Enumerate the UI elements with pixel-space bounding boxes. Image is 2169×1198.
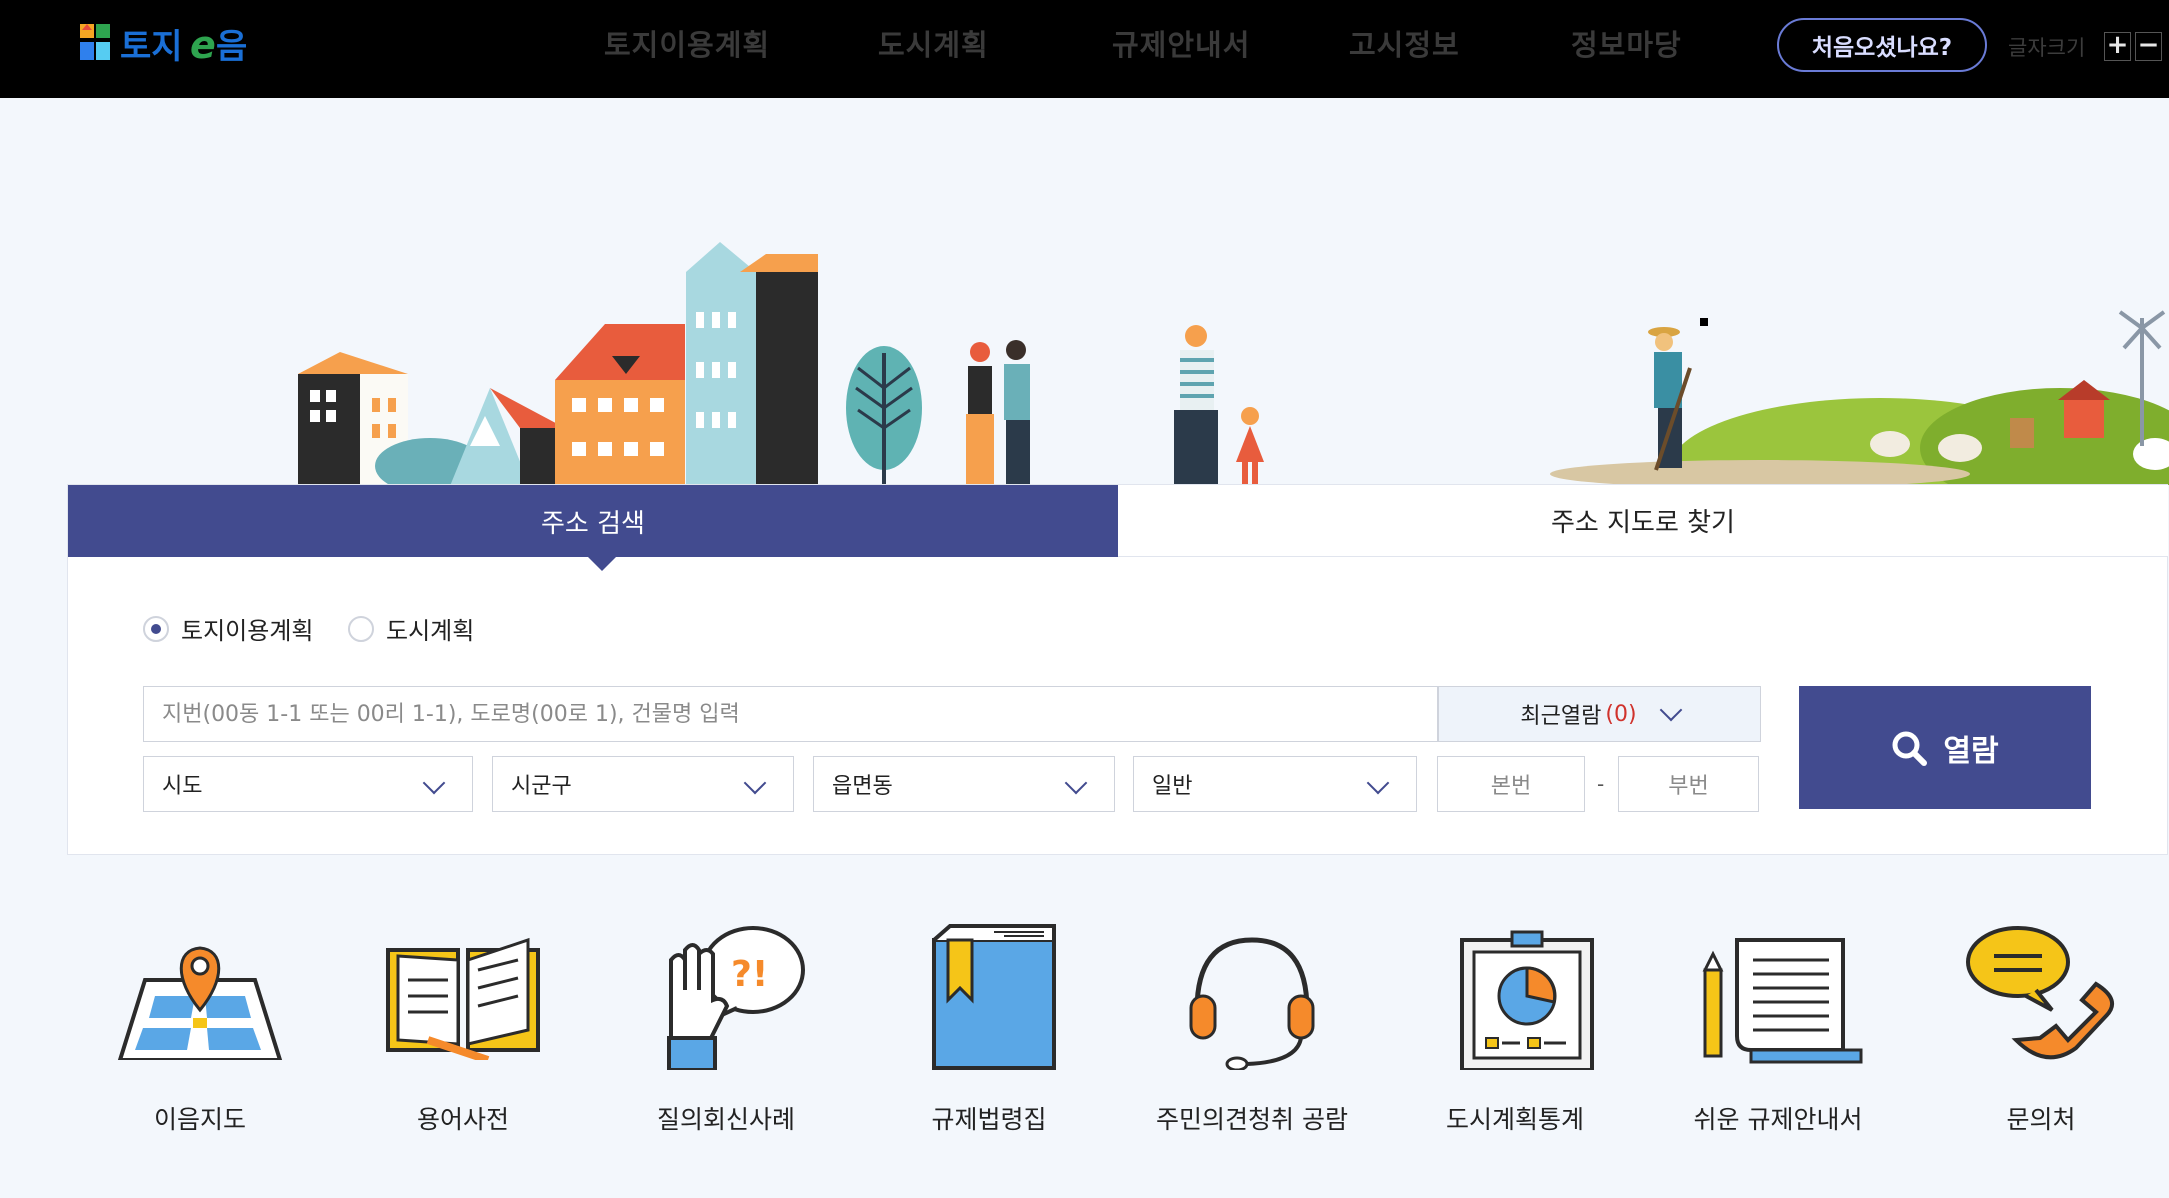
chevron-down-icon bbox=[1659, 698, 1682, 722]
svg-text:토지: 토지 bbox=[120, 27, 183, 67]
quick-link-urban-statistics[interactable]: 도시계획통계 bbox=[1415, 920, 1615, 1134]
quick-link-label: 용어사전 bbox=[416, 1105, 509, 1134]
lot-type-select[interactable]: 일반 bbox=[1133, 756, 1417, 812]
main-number-input[interactable]: 본번 bbox=[1437, 756, 1585, 812]
font-decrease-button[interactable]: − bbox=[2135, 32, 2162, 61]
document-scroll-icon bbox=[1702, 938, 1863, 1064]
svg-text:?!: ?! bbox=[731, 954, 768, 995]
recent-views-count: (0) bbox=[1605, 701, 1637, 727]
view-button[interactable]: 열람 bbox=[1799, 686, 2091, 809]
quick-link-label: 이음지도 bbox=[153, 1105, 246, 1134]
map-pin-icon bbox=[117, 946, 283, 1060]
quick-link-ieum-map[interactable]: 이음지도 bbox=[100, 920, 300, 1134]
quick-link-label: 쉬운 규제안내서 bbox=[1693, 1105, 1863, 1134]
font-increase-button[interactable]: + bbox=[2104, 32, 2131, 61]
quick-link-public-hearing[interactable]: 주민의견청취 공람 bbox=[1152, 920, 1352, 1134]
view-button-label: 열람 bbox=[1943, 733, 1999, 769]
headset-icon bbox=[1189, 937, 1315, 1070]
quick-link-glossary[interactable]: 용어사전 bbox=[363, 920, 563, 1134]
quick-link-label: 문의처 bbox=[2006, 1105, 2076, 1134]
radio-urban-plan[interactable]: 도시계획 bbox=[348, 611, 474, 646]
nav-urban-plan[interactable]: 도시계획 bbox=[878, 22, 989, 64]
quick-link-label: 도시계획통계 bbox=[1445, 1105, 1584, 1134]
quick-link-label: 주민의견청취 공람 bbox=[1156, 1105, 1348, 1134]
address-search-input[interactable] bbox=[143, 686, 1438, 742]
radio-unchecked-icon[interactable] bbox=[348, 615, 374, 642]
recent-views-dropdown[interactable]: 최근열람 (0) bbox=[1438, 686, 1761, 742]
couple-illustration bbox=[966, 340, 1030, 484]
chevron-down-icon bbox=[1064, 771, 1088, 795]
radio-checked-icon[interactable] bbox=[143, 615, 169, 642]
province-select[interactable]: 시도 bbox=[143, 756, 473, 812]
district-select[interactable]: 시군구 bbox=[492, 756, 794, 812]
quick-link-easy-guide[interactable]: 쉬운 규제안내서 bbox=[1678, 920, 1878, 1134]
buildings-illustration bbox=[298, 242, 818, 485]
number-separator: - bbox=[1597, 772, 1605, 796]
tab-address-search[interactable]: 주소 검색 bbox=[68, 485, 1118, 571]
district-select-value: 시군구 bbox=[511, 774, 572, 799]
open-book-icon bbox=[386, 937, 540, 1060]
first-visit-button[interactable]: 처음오셨나요? bbox=[1777, 18, 1987, 72]
quick-link-label: 규제법령집 bbox=[931, 1105, 1047, 1134]
radio-label-land-use-plan: 토지이용계획 bbox=[181, 617, 314, 645]
quick-link-qa-cases[interactable]: ?! 질의회신사례 bbox=[626, 920, 826, 1134]
hero-illustration bbox=[0, 98, 2169, 485]
town-select[interactable]: 읍면동 bbox=[813, 756, 1115, 812]
site-logo[interactable]: 토지 e 음 bbox=[80, 20, 290, 68]
province-select-value: 시도 bbox=[162, 774, 203, 799]
search-icon bbox=[1892, 731, 1928, 766]
nav-info-square[interactable]: 정보마당 bbox=[1571, 22, 1682, 64]
radio-label-urban-plan: 도시계획 bbox=[386, 617, 475, 645]
tab-find-on-map[interactable]: 주소 지도로 찾기 bbox=[1118, 485, 2168, 557]
phone-chat-icon bbox=[1966, 926, 2115, 1060]
font-size-label: 글자크기 bbox=[2008, 36, 2086, 60]
chevron-down-icon bbox=[743, 771, 767, 795]
sub-number-input[interactable]: 부번 bbox=[1618, 756, 1759, 812]
chevron-down-icon bbox=[422, 771, 446, 795]
address-search-panel: 주소 검색 주소 지도로 찾기 토지이용계획 도시계획 최근열람 (0) 시도 … bbox=[67, 484, 2168, 855]
lot-type-select-value: 일반 bbox=[1152, 774, 1193, 799]
quick-link-regulation-laws[interactable]: 규제법령집 bbox=[889, 920, 1089, 1134]
town-select-value: 읍면동 bbox=[832, 774, 893, 799]
tree-illustration bbox=[846, 346, 922, 484]
question-hand-icon: ?! bbox=[667, 926, 805, 1070]
nav-regulation-guide[interactable]: 규제안내서 bbox=[1112, 22, 1250, 64]
quick-link-label: 질의회신사례 bbox=[656, 1105, 795, 1134]
radio-land-use-plan[interactable]: 토지이용계획 bbox=[143, 611, 313, 646]
top-header: 토지 e 음 토지이용계획 도시계획 규제안내서 고시정보 정보마당 처음오셨나… bbox=[0, 0, 2169, 98]
law-book-icon bbox=[932, 924, 1056, 1070]
pie-chart-board-icon bbox=[1460, 930, 1594, 1070]
nav-land-use-plan[interactable]: 토지이용계획 bbox=[604, 22, 770, 64]
recent-views-label: 최근열람 bbox=[1520, 704, 1602, 729]
svg-text:음: 음 bbox=[216, 27, 247, 67]
chevron-down-icon bbox=[1366, 771, 1390, 795]
farm-illustration bbox=[1550, 310, 2169, 485]
quick-link-contact[interactable]: 문의처 bbox=[1941, 920, 2141, 1134]
nav-notice-info[interactable]: 고시정보 bbox=[1349, 22, 1460, 64]
svg-text:e: e bbox=[190, 23, 216, 67]
parent-child-illustration bbox=[1174, 325, 1264, 484]
